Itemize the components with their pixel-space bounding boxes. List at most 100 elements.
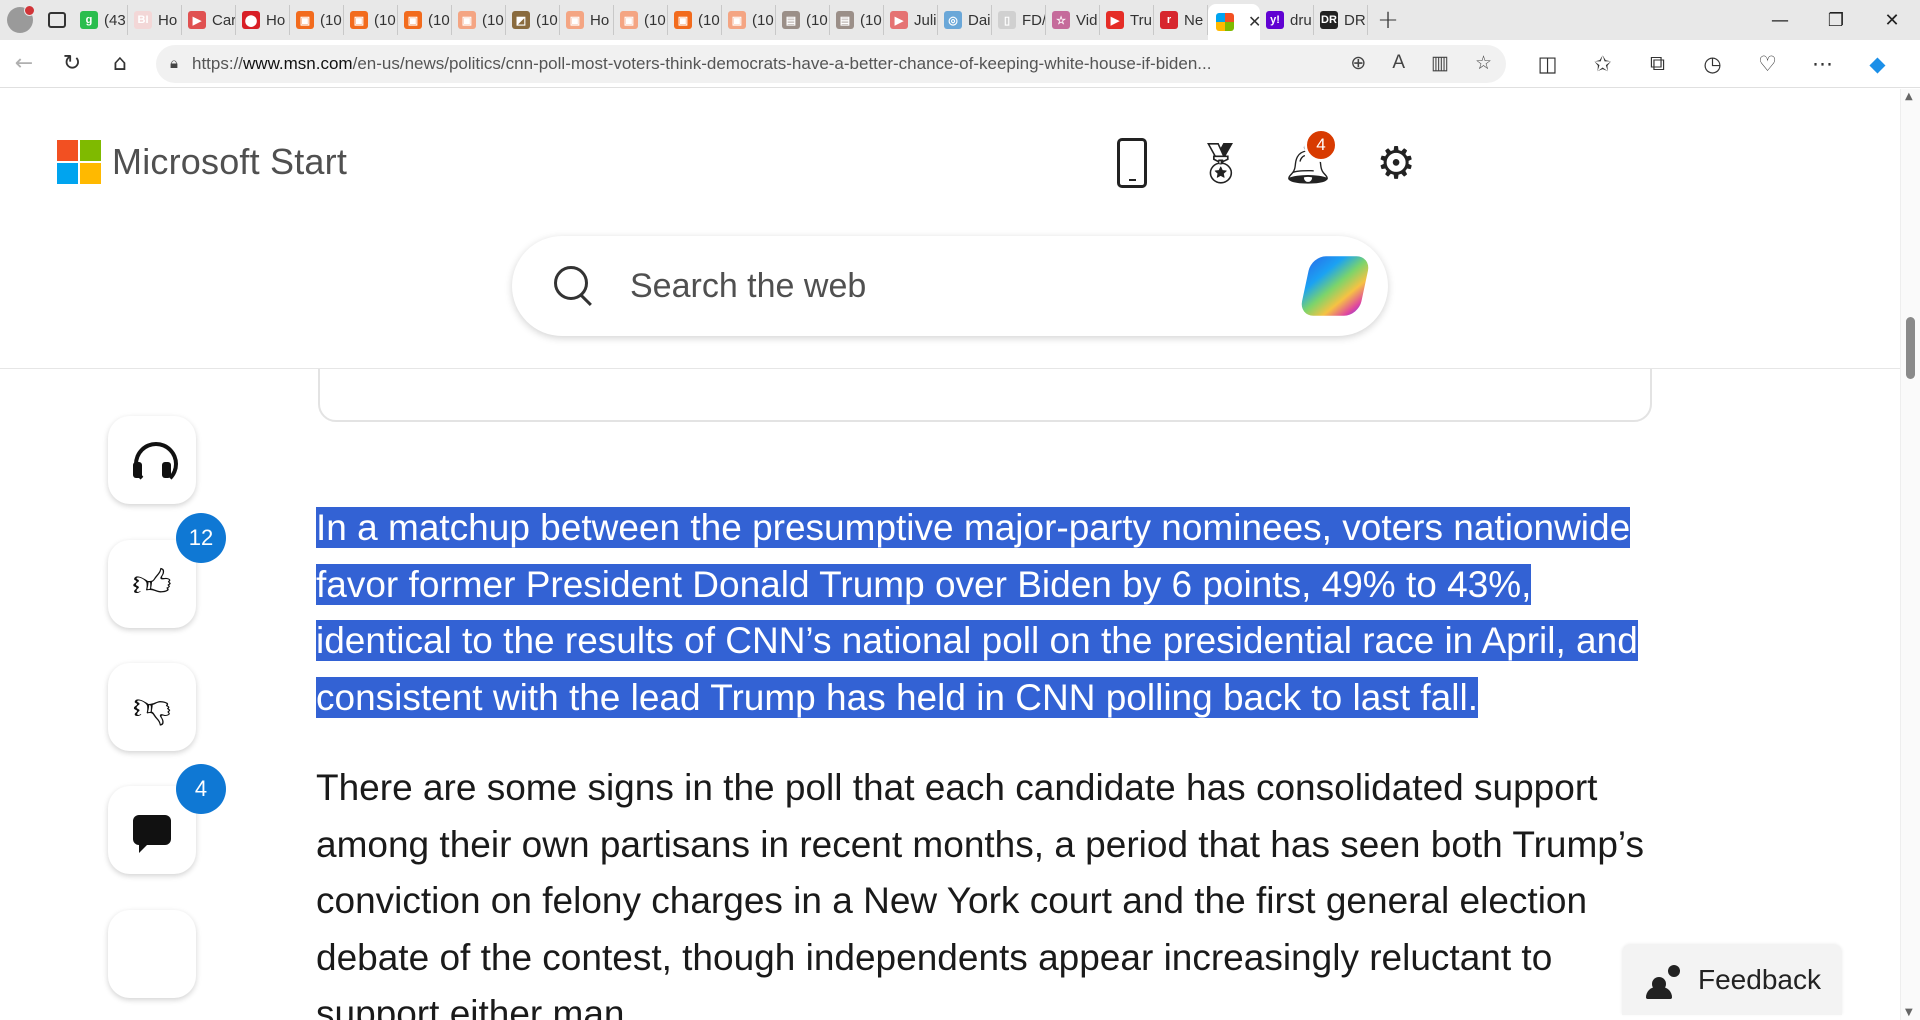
refresh-button[interactable]: ↻: [48, 44, 96, 84]
search-icon[interactable]: [552, 264, 596, 308]
browser-tab[interactable]: ▣ (10: [290, 5, 344, 35]
tab-favicon-icon: ⬤: [242, 11, 260, 29]
url-text[interactable]: https://www.msn.com/en-us/news/politics/…: [192, 54, 1336, 74]
immersive-reader-icon[interactable]: ▥: [1431, 52, 1449, 75]
tab-favicon-icon: ▣: [296, 11, 314, 29]
close-window-button[interactable]: ✕: [1864, 0, 1920, 40]
browser-tab[interactable]: ◩ (10: [506, 5, 560, 35]
dislike-button[interactable]: 👎︎: [108, 663, 196, 751]
comments-count-badge: 4: [176, 764, 226, 814]
browser-tab[interactable]: ▣ (10: [344, 5, 398, 35]
browser-toolbar: ← ↻ ⌂ 🔒︎ https://www.msn.com/en-us/news/…: [0, 40, 1920, 88]
tab-active[interactable]: ✕: [1208, 4, 1260, 40]
tab-favicon-icon: r: [1160, 11, 1178, 29]
search-input[interactable]: [630, 266, 1302, 306]
browser-tab[interactable]: g (43: [74, 5, 128, 35]
window-controls: — ❐ ✕: [1752, 0, 1920, 40]
browser-tab[interactable]: ▶ Juli: [884, 5, 938, 35]
tab-title: (10: [644, 11, 666, 29]
browser-tab[interactable]: ▣ (10: [614, 5, 668, 35]
browser-tab[interactable]: ▣ (10: [398, 5, 452, 35]
browser-tab[interactable]: ▶ Car: [182, 5, 236, 35]
tab-title: (10: [482, 11, 504, 29]
new-tab-button[interactable]: +: [1368, 0, 1408, 40]
collections-icon[interactable]: ⧉: [1630, 44, 1685, 84]
split-screen-icon[interactable]: ◫: [1520, 44, 1575, 84]
browser-tab[interactable]: ◎ Dai: [938, 5, 992, 35]
favorites-icon[interactable]: ✩: [1575, 44, 1630, 84]
tab-actions-button[interactable]: [40, 0, 74, 40]
tab-title: Ho: [266, 11, 286, 29]
minimize-button[interactable]: —: [1752, 0, 1808, 40]
ad-card[interactable]: Ad ▷: [318, 360, 1652, 422]
restore-button[interactable]: ❐: [1808, 0, 1864, 40]
browser-tab[interactable]: DR DR: [1314, 5, 1368, 35]
thumbs-up-icon: 👍︎: [132, 561, 172, 605]
tab-favicon-icon: BI: [134, 11, 152, 29]
tab-title: (10: [860, 11, 882, 29]
address-bar[interactable]: 🔒︎ https://www.msn.com/en-us/news/politi…: [156, 44, 1506, 83]
zoom-icon[interactable]: ⊕: [1350, 52, 1366, 75]
tab-title: dru: [1290, 11, 1312, 29]
scroll-up-arrow-icon[interactable]: ▲: [1905, 91, 1913, 102]
listen-button[interactable]: [108, 416, 196, 504]
likes-count-badge: 12: [176, 513, 226, 563]
read-aloud-icon[interactable]: A: [1392, 52, 1405, 75]
page-scrollbar[interactable]: ▲ ▼: [1900, 89, 1920, 1020]
tab-favicon-icon: ▣: [458, 11, 476, 29]
tab-favicon-icon: ▣: [404, 11, 422, 29]
phone-icon: [1117, 138, 1147, 188]
browser-tab[interactable]: ▯ FD/: [992, 5, 1046, 35]
settings-button[interactable]: ⚙: [1372, 136, 1420, 190]
browser-tab[interactable]: y! dru: [1260, 5, 1314, 35]
share-button[interactable]: [108, 910, 196, 998]
lock-icon[interactable]: 🔒︎: [170, 55, 178, 72]
headphones-icon: [132, 440, 178, 486]
back-button[interactable]: ←: [0, 44, 48, 84]
browser-tab[interactable]: ⬤ Ho: [236, 5, 290, 35]
tab-title: (10: [374, 11, 396, 29]
browser-tab[interactable]: ▣ (10: [668, 5, 722, 35]
browser-tab[interactable]: ▤ (10: [830, 5, 884, 35]
notifications-badge: 4: [1304, 128, 1338, 162]
profile-button[interactable]: [0, 0, 40, 40]
microsoft-logo-icon[interactable]: [57, 140, 101, 184]
favorite-star-icon[interactable]: ☆: [1475, 52, 1492, 75]
scroll-down-arrow-icon[interactable]: ▼: [1905, 1007, 1913, 1018]
tab-favicon-icon: ▣: [674, 11, 692, 29]
more-menu-icon[interactable]: ⋯: [1795, 44, 1850, 84]
scrollbar-thumb[interactable]: [1906, 317, 1915, 379]
copilot-sidebar-icon[interactable]: ◆: [1850, 44, 1905, 84]
history-icon[interactable]: ◷: [1685, 44, 1740, 84]
mobile-app-button[interactable]: [1108, 136, 1156, 190]
tab-title: (10: [536, 11, 558, 29]
tab-title: DR: [1344, 11, 1366, 29]
feedback-button[interactable]: Feedback: [1622, 945, 1842, 1015]
msn-header: Microsoft Start 🏅︎ 🔔︎ 4 ⚙: [0, 89, 1900, 369]
brand-name[interactable]: Microsoft Start: [112, 141, 347, 183]
tab-title: Tru: [1130, 11, 1152, 29]
web-search-box: [512, 236, 1388, 336]
tab-favicon-icon: ▤: [836, 11, 854, 29]
home-button[interactable]: ⌂: [96, 44, 144, 84]
feedback-label: Feedback: [1698, 964, 1821, 995]
tab-title: Ho: [590, 11, 610, 29]
browser-tab[interactable]: ▣ (10: [452, 5, 506, 35]
tab-favicon-icon: ▶: [1106, 11, 1124, 29]
browser-essentials-icon[interactable]: ♡: [1740, 44, 1795, 84]
browser-tab[interactable]: BI Ho: [128, 5, 182, 35]
tab-favicon-icon: ▣: [350, 11, 368, 29]
tab-list: g (43 BI Ho ▶ Car ⬤ Ho ▣ (10 ▣ (10 ▣ (10 ▣ (10 ◩ (10 ▣ Ho ▣ (…: [74, 0, 1368, 40]
browser-tab[interactable]: ▤ (10: [776, 5, 830, 35]
tab-title: Car: [212, 11, 236, 29]
browser-tab[interactable]: ☆ Vid: [1046, 5, 1100, 35]
browser-tab[interactable]: ▶ Tru: [1100, 5, 1154, 35]
browser-tab[interactable]: ▣ (10: [722, 5, 776, 35]
browser-tab[interactable]: r Ne: [1154, 5, 1208, 35]
browser-tab[interactable]: ▣ Ho: [560, 5, 614, 35]
rewards-button[interactable]: 🏅︎: [1195, 136, 1246, 190]
notifications-button[interactable]: 🔔︎ 4: [1283, 128, 1338, 190]
copilot-icon[interactable]: [1298, 256, 1372, 316]
close-tab-icon[interactable]: ✕: [1248, 12, 1260, 32]
selected-text: In a matchup between the presumptive maj…: [316, 507, 1638, 718]
